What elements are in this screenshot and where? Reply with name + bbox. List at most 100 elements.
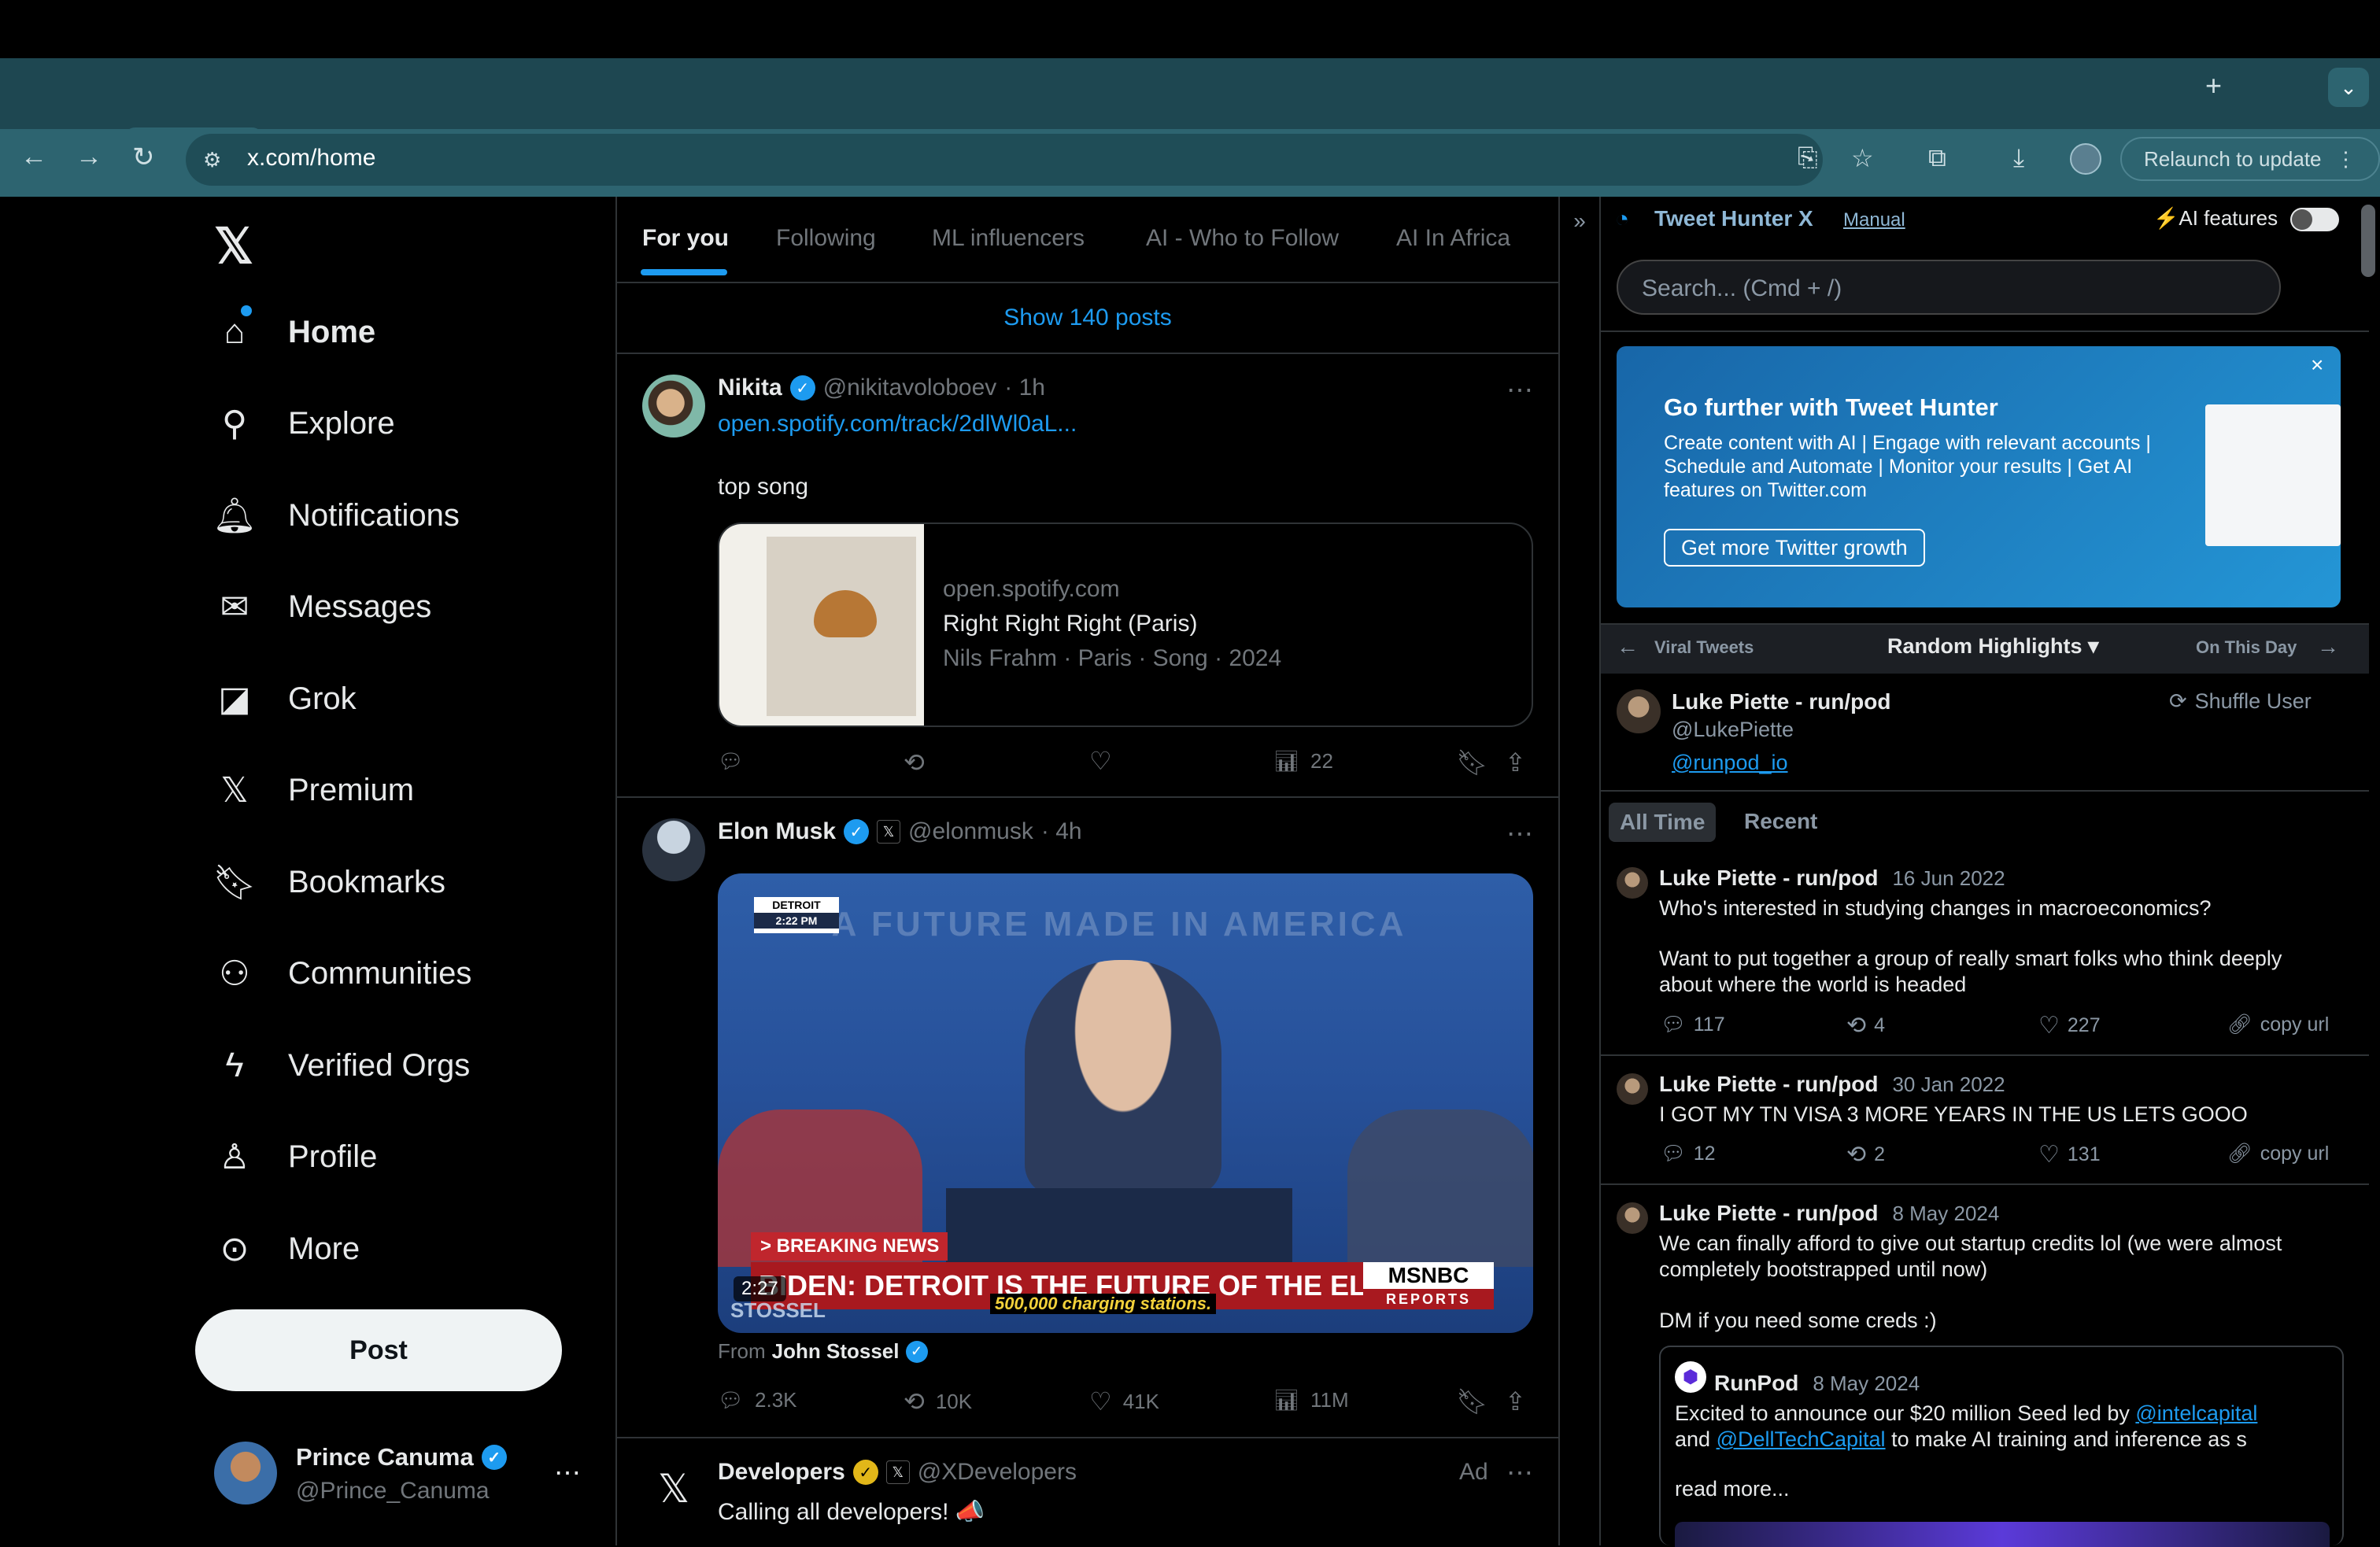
repost-count: 2 bbox=[1874, 1143, 1886, 1165]
filter-recent[interactable]: Recent bbox=[1744, 809, 1817, 834]
reload-button[interactable]: ↻ bbox=[132, 142, 155, 173]
album-art bbox=[719, 524, 924, 726]
like-button[interactable]: ♡ bbox=[1089, 746, 1112, 776]
back-button[interactable]: ← bbox=[20, 142, 47, 172]
nav-item-grok[interactable]: ◪ Grok bbox=[213, 677, 356, 721]
arrow-left-icon[interactable]: ← bbox=[1617, 634, 1639, 659]
tweet-time[interactable]: · 4h bbox=[1041, 818, 1082, 845]
timeline-tab[interactable]: ML influencers bbox=[932, 225, 1085, 252]
tweet-avatar[interactable] bbox=[642, 375, 705, 438]
nav-item-home[interactable]: ⌂ Home bbox=[213, 310, 375, 354]
random-highlights-dropdown[interactable]: Random Highlights ▾ bbox=[1887, 634, 2099, 659]
divider bbox=[1601, 330, 2369, 332]
reply-button[interactable]: 💬︎ 2.3K bbox=[718, 1388, 797, 1412]
relaunch-button[interactable]: Relaunch to update ⋮ bbox=[2120, 137, 2380, 181]
url-text[interactable]: x.com/home bbox=[247, 145, 375, 172]
video-backdrop-text: A FUTURE MADE IN AMERICA bbox=[831, 905, 1407, 943]
on-this-day-link[interactable]: On This Day bbox=[2196, 637, 2297, 658]
link-card[interactable]: open.spotify.com Right Right Right (Pari… bbox=[718, 522, 1533, 727]
manual-link[interactable]: Manual bbox=[1843, 209, 1905, 231]
extension-search-input[interactable]: Search... (Cmd + /) bbox=[1617, 260, 2281, 315]
quoted-tweet[interactable]: ⬢ RunPod 8 May 2024 Excited to announce … bbox=[1659, 1346, 2344, 1547]
author-name[interactable]: Nikita bbox=[718, 375, 782, 401]
reply-button[interactable]: 💬︎ bbox=[718, 749, 744, 774]
nav-item-explore[interactable]: ⚲ Explore bbox=[213, 402, 395, 446]
account-more-icon[interactable]: ⋯ bbox=[554, 1457, 581, 1489]
views-button[interactable]: 📊︎ 22 bbox=[1273, 749, 1333, 774]
nav-item-profile[interactable]: ♙ Profile bbox=[213, 1135, 377, 1180]
repost-button[interactable]: ⟲ bbox=[904, 748, 925, 777]
nav-item-more[interactable]: ⊙ More bbox=[213, 1227, 360, 1271]
account-name-row[interactable]: Prince Canuma ✓ bbox=[296, 1443, 507, 1471]
bookmark-star-icon[interactable]: ☆ bbox=[1851, 143, 1874, 173]
video-player[interactable]: A FUTURE MADE IN AMERICA DETROIT 2:22 PM… bbox=[718, 873, 1533, 1333]
install-app-icon[interactable]: ⎘ bbox=[1798, 143, 1818, 173]
user-name[interactable]: Luke Piette - run/pod bbox=[1672, 689, 1890, 714]
read-more-link[interactable]: read more... bbox=[1675, 1476, 1790, 1502]
nav-item-communities[interactable]: ⚇ Communities bbox=[213, 952, 471, 996]
video-timestamp-box: DETROIT 2:22 PM bbox=[754, 897, 839, 933]
mention-delltechcapital[interactable]: @DellTechCapital bbox=[1717, 1427, 1886, 1451]
forward-button[interactable]: → bbox=[76, 142, 102, 172]
new-tab-button[interactable]: + bbox=[2205, 69, 2222, 102]
nav-item-bookmarks[interactable]: 🔖︎ Bookmarks bbox=[213, 860, 445, 904]
bar-chart-icon: 📊︎ bbox=[1273, 749, 1300, 773]
ai-features-toggle[interactable] bbox=[2290, 208, 2339, 231]
timeline-tab[interactable]: For you bbox=[642, 225, 729, 252]
post-button[interactable]: Post bbox=[195, 1309, 562, 1391]
bookmark-button[interactable]: 🔖︎ bbox=[1456, 748, 1488, 777]
tweet-time[interactable]: · 1h bbox=[1004, 375, 1045, 401]
bookmark-button[interactable]: 🔖︎ bbox=[1456, 1386, 1488, 1416]
filter-all-time[interactable]: All Time bbox=[1609, 803, 1717, 842]
profile-avatar[interactable] bbox=[2070, 143, 2101, 175]
tweet-more-icon[interactable]: ⋯ bbox=[1506, 1457, 1533, 1489]
scrollbar-thumb[interactable] bbox=[2361, 205, 2375, 277]
copy-url-button[interactable]: 🔗︎ copy url bbox=[2227, 1143, 2329, 1165]
copy-url-label: copy url bbox=[2260, 1013, 2330, 1036]
shuffle-user-button[interactable]: ⟳ Shuffle User bbox=[2169, 689, 2312, 714]
author-name[interactable]: Elon Musk bbox=[718, 818, 836, 845]
views-button[interactable]: 📊︎ 11M bbox=[1273, 1388, 1349, 1412]
user-handle[interactable]: @LukePiette bbox=[1672, 718, 1794, 742]
repost-button[interactable]: ⟲ 10K bbox=[904, 1386, 972, 1416]
mention-intelcapital[interactable]: @intelcapital bbox=[2135, 1401, 2257, 1425]
timeline-tab[interactable]: Following bbox=[776, 225, 876, 252]
bookmark-icon: 🔖︎ bbox=[1456, 748, 1488, 777]
extensions-icon[interactable]: ⧉ bbox=[1928, 143, 1946, 173]
copy-url-button[interactable]: 🔗︎ copy url bbox=[2227, 1013, 2329, 1036]
tweet-link[interactable]: open.spotify.com/track/2dlWl0aL... bbox=[718, 411, 1077, 438]
collapse-panel-icon[interactable]: » bbox=[1560, 201, 1599, 241]
author-name[interactable]: Developers bbox=[718, 1459, 845, 1486]
like-button[interactable]: ♡ 41K bbox=[1089, 1386, 1159, 1416]
nav-item-messages[interactable]: ✉ Messages bbox=[213, 585, 432, 630]
author-handle[interactable]: @XDevelopers bbox=[918, 1459, 1077, 1486]
show-posts-button[interactable]: Show 140 posts bbox=[617, 283, 1558, 353]
promo-cta-button[interactable]: Get more Twitter growth bbox=[1664, 529, 1925, 567]
tab-search-button[interactable]: ⌄ bbox=[2328, 68, 2369, 107]
tweet-more-icon[interactable]: ⋯ bbox=[1506, 375, 1533, 406]
x-developers-avatar[interactable]: 𝕏 bbox=[642, 1457, 705, 1520]
tab-strip: 𝕏Hom×◍vide×◍vide×✳Dep×▭DEV×▭Cop×Gall y×≋… bbox=[0, 58, 2380, 176]
site-info-icon[interactable]: ⚙ bbox=[203, 148, 221, 172]
address-bar[interactable] bbox=[186, 134, 1823, 186]
nav-item-verified-orgs[interactable]: ϟ Verified Orgs bbox=[213, 1043, 470, 1087]
share-button[interactable]: ⇪ bbox=[1505, 748, 1526, 777]
viral-tweets-link[interactable]: Viral Tweets bbox=[1654, 637, 1754, 658]
user-avatar[interactable] bbox=[1617, 689, 1661, 733]
tweet-avatar[interactable] bbox=[642, 818, 705, 881]
from-name[interactable]: John Stossel bbox=[772, 1339, 900, 1364]
arrow-right-icon[interactable]: → bbox=[2317, 634, 2339, 659]
nav-item-premium[interactable]: 𝕏 Premium bbox=[213, 769, 414, 813]
author-handle[interactable]: @elonmusk bbox=[908, 818, 1033, 845]
user-bio-link[interactable]: @runpod_io bbox=[1672, 751, 1788, 775]
author-handle[interactable]: @nikitavoloboev bbox=[823, 375, 997, 401]
nav-item-notifications[interactable]: 🔔︎ Notifications bbox=[213, 493, 460, 537]
download-icon[interactable]: ⤓ bbox=[2013, 143, 2024, 173]
share-button[interactable]: ⇪ bbox=[1505, 1386, 1526, 1416]
x-logo-icon[interactable]: 𝕏 bbox=[214, 217, 253, 275]
account-avatar[interactable] bbox=[214, 1442, 277, 1505]
tweet-more-icon[interactable]: ⋯ bbox=[1506, 818, 1533, 850]
promo-close-icon[interactable]: × bbox=[2311, 353, 2323, 378]
timeline-tab[interactable]: AI - Who to Follow bbox=[1146, 225, 1339, 252]
timeline-tab[interactable]: AI In Africa bbox=[1396, 225, 1510, 252]
